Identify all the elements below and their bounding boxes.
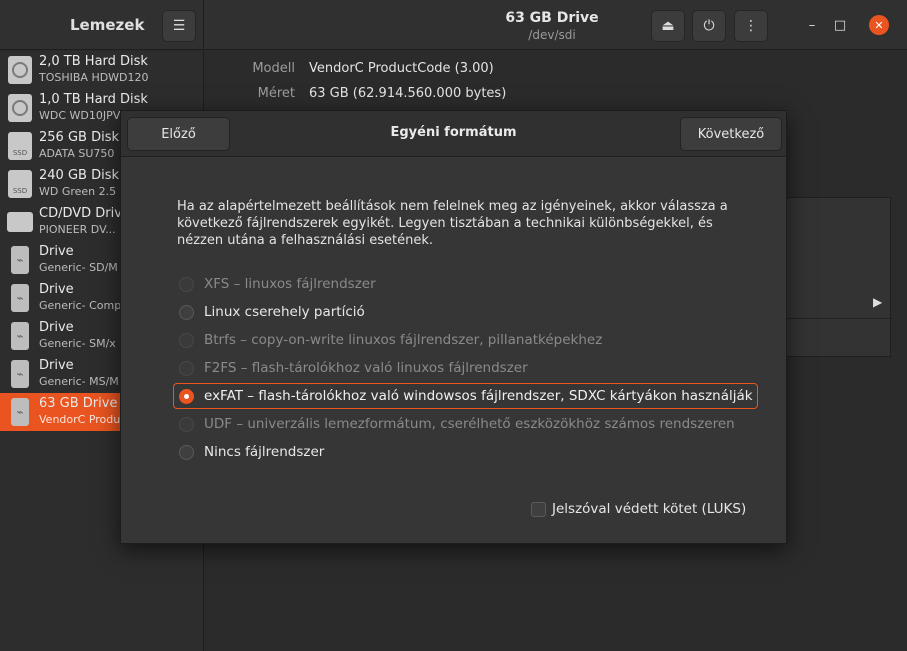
hdd-drive-icon (8, 94, 32, 122)
volume-map[interactable] (777, 197, 892, 357)
filesystem-option-label: Btrfs – copy-on-write linuxos fájlrendsz… (204, 332, 603, 348)
drive-menu-button[interactable]: ⋮ (734, 10, 768, 42)
drive-device-path: /dev/sdi (528, 28, 576, 42)
disk-model: Generic- Comp (39, 299, 122, 312)
ssd-drive-icon: SSD (8, 170, 32, 198)
radio-button[interactable] (179, 388, 194, 404)
usb-drive-icon (11, 398, 29, 426)
hdd-drive-icon (8, 56, 32, 84)
radio-button (179, 332, 194, 348)
filesystem-option[interactable]: Linux cserehely partíció (179, 299, 365, 325)
filesystem-option: F2FS – flash-tárolókhoz való linuxos fáj… (179, 355, 528, 381)
eject-button[interactable]: ⏏ (651, 10, 685, 42)
cd-drive-icon (7, 212, 33, 232)
sidebar-header: Lemezek ☰ (0, 0, 204, 50)
power-icon: ⏻ (703, 18, 715, 34)
filesystem-option-label: XFS – linuxos fájlrendszer (204, 276, 376, 292)
filesystem-option[interactable]: Nincs fájlrendszer (179, 439, 324, 465)
model-value: VendorC ProductCode (3.00) (309, 61, 494, 76)
luks-checkbox[interactable] (531, 501, 546, 517)
disk-name: 1,0 TB Hard Disk (39, 92, 148, 107)
filesystem-option[interactable]: exFAT – flash-tárolókhoz való windowsos … (173, 383, 758, 409)
size-label: Méret (257, 86, 295, 101)
filesystem-option: XFS – linuxos fájlrendszer (179, 271, 376, 297)
minimize-button[interactable]: – (802, 15, 822, 35)
filesystem-option: Btrfs – copy-on-write linuxos fájlrendsz… (179, 327, 602, 353)
disk-model: Generic- SM/x (39, 337, 116, 350)
kebab-menu-icon: ⋮ (744, 18, 758, 34)
disk-model: WDC WD10JPV (39, 109, 121, 122)
disk-name: Drive (39, 244, 74, 259)
close-icon: ✕ (874, 18, 884, 32)
disk-name: Drive (39, 282, 74, 297)
radio-button (179, 416, 194, 432)
volume-divider (778, 318, 892, 319)
disk-name: Drive (39, 358, 74, 373)
main-menu-button[interactable]: ☰ (162, 10, 196, 42)
disk-name: CD/DVD Drive (39, 206, 130, 221)
usb-drive-icon (11, 322, 29, 350)
play-arrow-icon[interactable]: ▶ (873, 295, 882, 309)
drive-title: 63 GB Drive (505, 10, 599, 26)
disk-name: Drive (39, 320, 74, 335)
filesystem-option: UDF – univerzális lemezformátum, cserélh… (179, 411, 735, 437)
disk-name: 256 GB Disk (39, 130, 119, 145)
eject-icon: ⏏ (661, 18, 675, 34)
disk-name: 63 GB Drive (39, 396, 118, 411)
header-bar: Lemezek ☰ 63 GB Drive /dev/sdi ⏏ ⏻ ⋮ – □… (0, 0, 907, 50)
ssd-drive-icon: SSD (8, 132, 32, 160)
disk-model: TOSHIBA HDWD120 (39, 71, 149, 84)
power-off-button[interactable]: ⏻ (692, 10, 726, 42)
disk-model: Generic- SD/M (39, 261, 118, 274)
filesystem-option-label: exFAT – flash-tárolókhoz való windowsos … (204, 388, 753, 404)
disk-model: VendorC Produ (39, 413, 121, 426)
disk-model: ADATA SU750 (39, 147, 115, 160)
dialog-header: Előző Egyéni formátum Következő (121, 111, 786, 157)
radio-button[interactable] (179, 304, 194, 320)
usb-drive-icon (11, 284, 29, 312)
size-value: 63 GB (62.914.560.000 bytes) (309, 86, 507, 101)
dialog-description: Ha az alapértelmezett beállítások nem fe… (177, 199, 728, 248)
model-label: Modell (252, 61, 295, 76)
sidebar-disk-item[interactable]: 2,0 TB Hard Disk TOSHIBA HDWD120 (0, 51, 204, 89)
usb-drive-icon (11, 246, 29, 274)
dialog-title: Egyéni formátum (390, 125, 517, 140)
disk-model: PIONEER DV... (39, 223, 116, 236)
disk-name: 240 GB Disk (39, 168, 119, 183)
radio-button[interactable] (179, 444, 194, 460)
disk-model: WD Green 2.5 (39, 185, 117, 198)
filesystem-option-label: Nincs fájlrendszer (204, 444, 325, 460)
hamburger-icon: ☰ (172, 18, 186, 34)
disk-model: Generic- MS/M (39, 375, 119, 388)
radio-button (179, 276, 194, 292)
custom-format-dialog: Előző Egyéni formátum Következő Ha az al… (120, 110, 787, 544)
luks-label: Jelszóval védett kötet (LUKS) (552, 501, 747, 517)
next-button[interactable]: Következő (680, 117, 782, 151)
filesystem-option-label: F2FS – flash-tárolókhoz való linuxos fáj… (204, 360, 528, 376)
minimize-icon: – (808, 17, 816, 33)
filesystem-option-label: Linux cserehely partíció (204, 304, 365, 320)
previous-button[interactable]: Előző (127, 117, 230, 151)
app-title: Lemezek (70, 16, 145, 34)
filesystem-option-label: UDF – univerzális lemezformátum, cserélh… (204, 416, 735, 432)
usb-drive-icon (11, 360, 29, 388)
radio-button (179, 360, 194, 376)
disk-name: 2,0 TB Hard Disk (39, 54, 148, 69)
close-button[interactable]: ✕ (869, 15, 889, 35)
maximize-button[interactable]: □ (830, 15, 850, 35)
luks-option[interactable]: Jelszóval védett kötet (LUKS) (531, 501, 746, 517)
maximize-icon: □ (833, 17, 847, 33)
